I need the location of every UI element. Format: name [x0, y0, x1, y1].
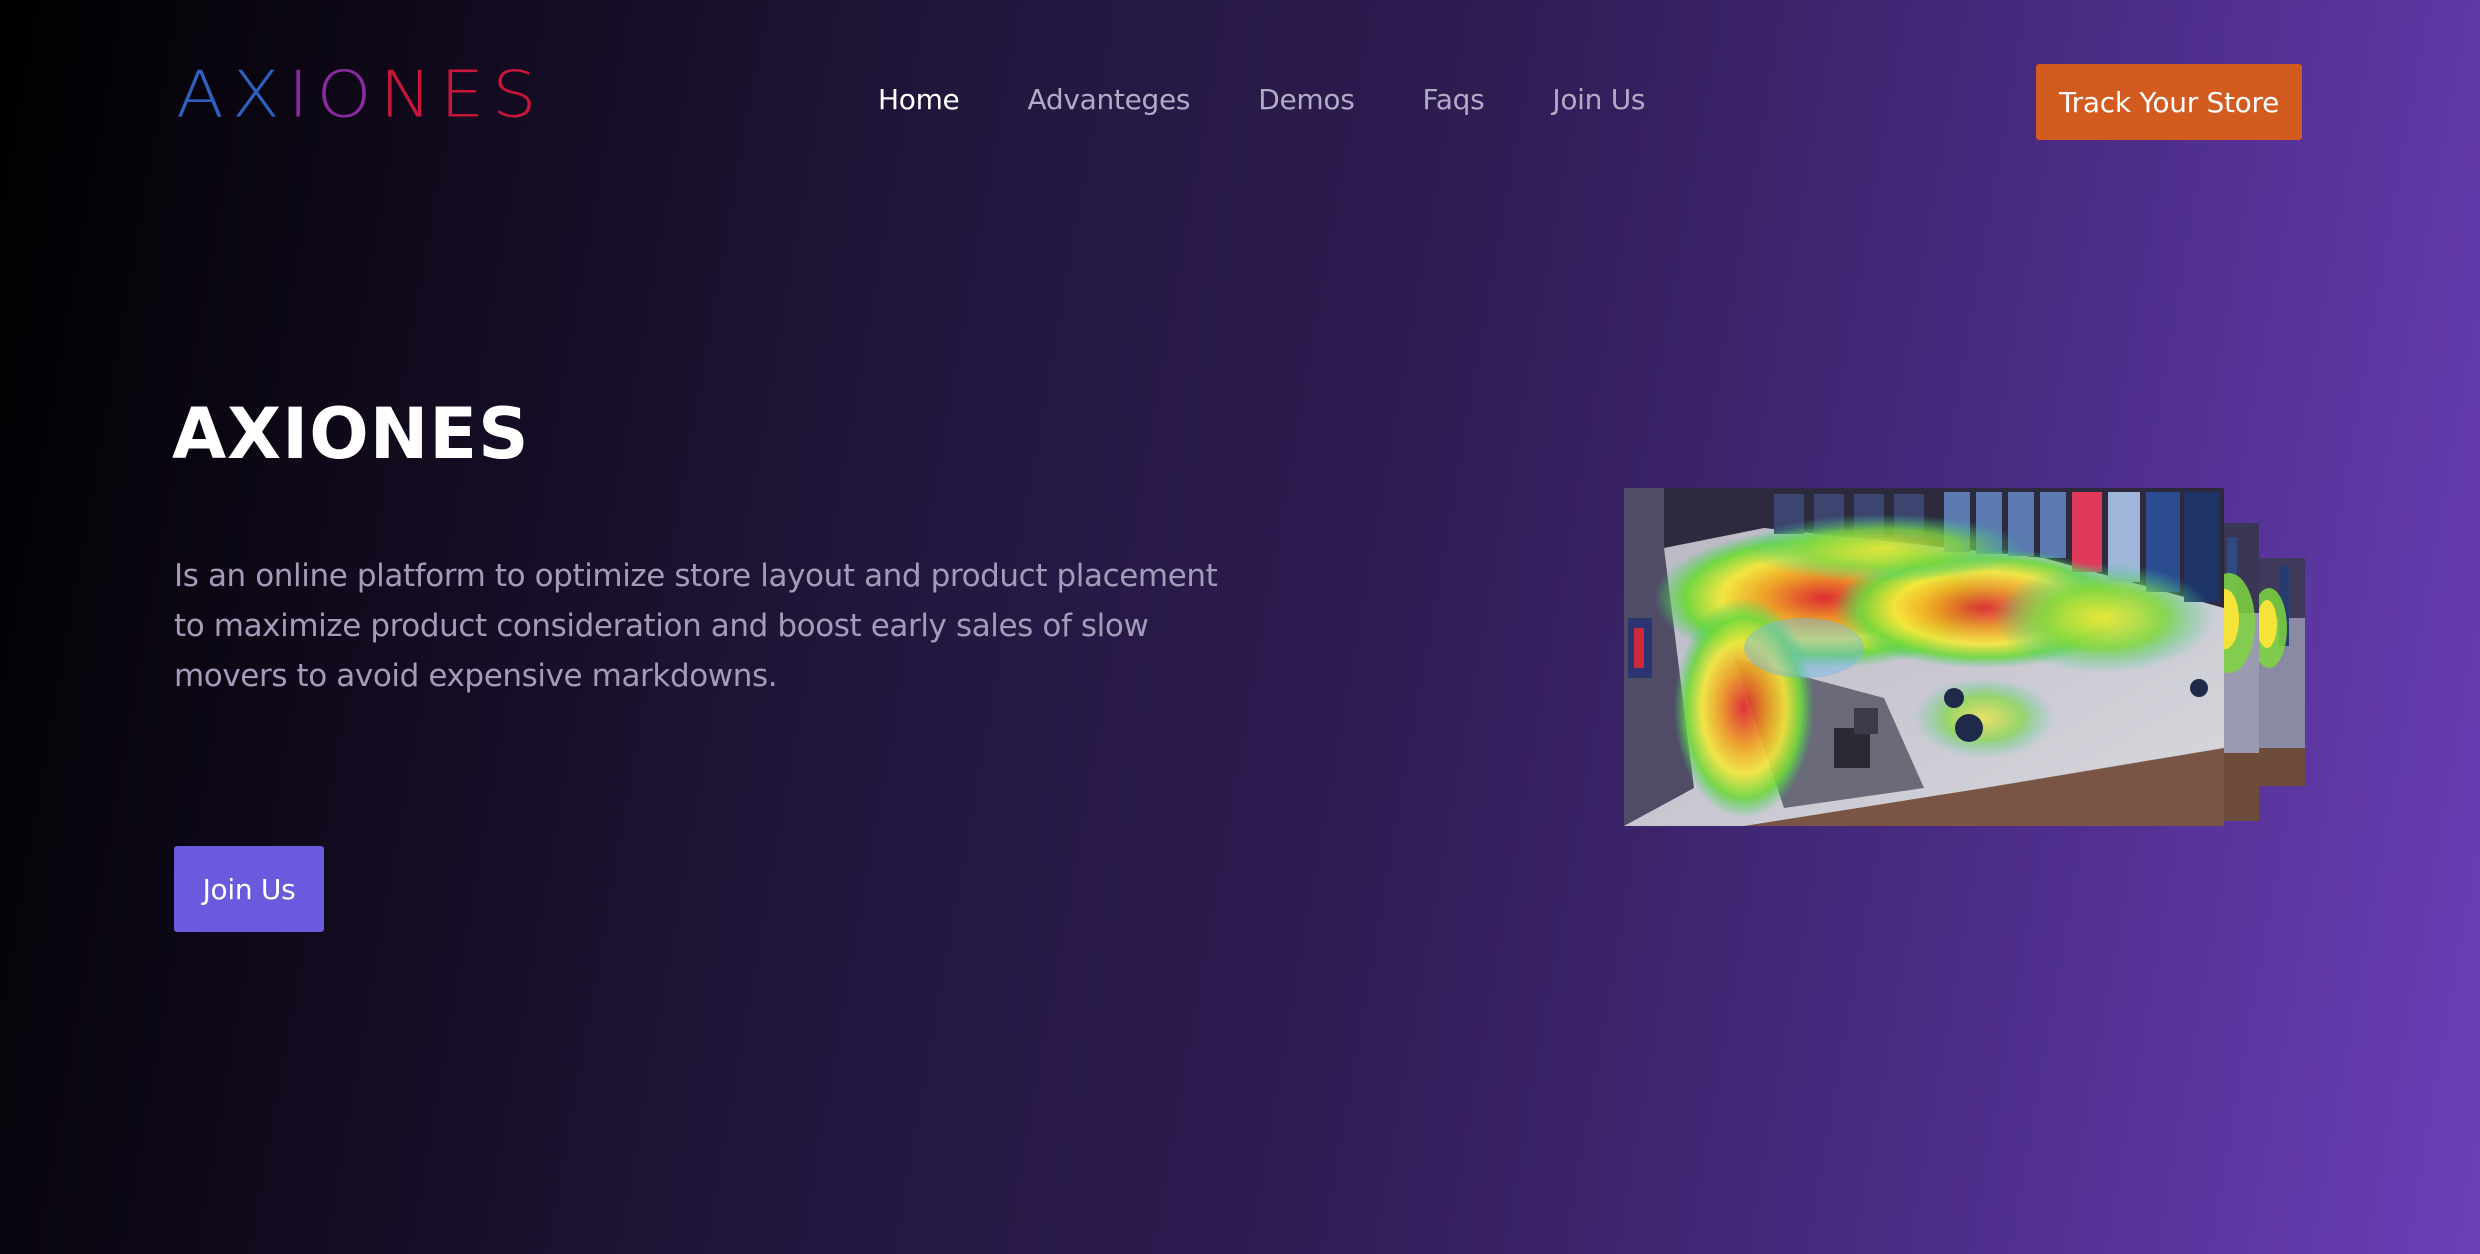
heatmap-slider[interactable] [1624, 488, 2305, 826]
track-your-store-button[interactable]: Track Your Store [2036, 64, 2302, 140]
hero-title: AXIONES [172, 393, 530, 475]
logo-part-3: NES [379, 56, 545, 132]
logo-part-1: AX [176, 56, 288, 132]
nav-item-home[interactable]: Home [878, 80, 960, 120]
heatmap-image [1624, 488, 2224, 826]
join-us-button[interactable]: Join Us [174, 846, 324, 932]
nav-item-join-us[interactable]: Join Us [1552, 80, 1645, 120]
slide-current[interactable] [1624, 488, 2224, 826]
nav-item-advanteges[interactable]: Advanteges [1028, 80, 1191, 120]
brand-logo[interactable]: AXIONES [176, 62, 545, 126]
main-nav: Home Advanteges Demos Faqs Join Us [878, 80, 1645, 120]
hero-description: Is an online platform to optimize store … [174, 558, 1218, 694]
nav-item-faqs[interactable]: Faqs [1423, 80, 1485, 120]
logo-part-2: IO [287, 56, 380, 132]
nav-item-demos[interactable]: Demos [1258, 80, 1355, 120]
